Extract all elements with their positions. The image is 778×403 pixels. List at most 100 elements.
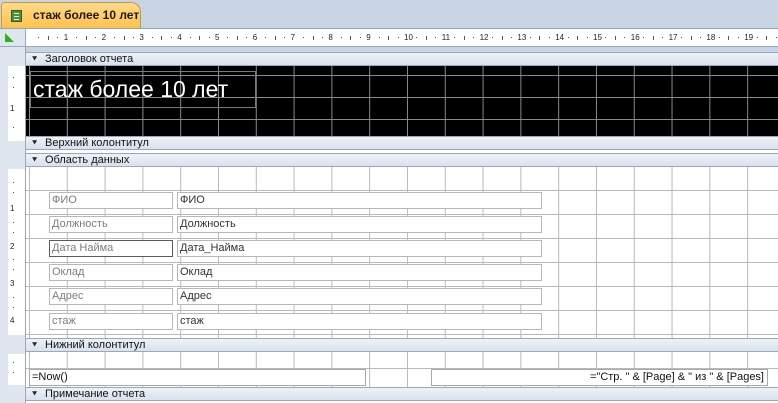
- ruler-tick: [340, 37, 342, 38]
- ruler-tick: [643, 37, 645, 38]
- ruler-tick: [614, 36, 616, 40]
- ruler-tick: [13, 127, 14, 128]
- section-arrow-icon: ⯆: [31, 155, 39, 165]
- ruler-tick: [718, 37, 720, 38]
- ruler-tick: [548, 37, 550, 38]
- ruler-number: 16: [630, 33, 640, 42]
- ruler-number: 3: [139, 33, 144, 42]
- ruler-tick: [501, 36, 503, 40]
- ruler-tick: [586, 37, 588, 38]
- ruler-tick: [13, 182, 14, 183]
- ruler-tick: [312, 36, 314, 40]
- label-salary[interactable]: Оклад: [49, 264, 173, 281]
- ruler-tick: [199, 36, 201, 40]
- ruler-number: 1: [10, 104, 15, 113]
- band-label: Заголовок отчета: [45, 53, 134, 65]
- ruler-number: 1: [63, 33, 69, 42]
- ruler-tick: [236, 36, 238, 40]
- ruler-tick: [85, 36, 87, 40]
- ruler-number: 5: [215, 33, 220, 42]
- document-tab-title: стаж более 10 лет: [33, 8, 140, 22]
- ruler-tick: [577, 36, 579, 40]
- field-address[interactable]: Адрес: [177, 288, 542, 305]
- ruler-tick: [463, 36, 465, 40]
- band-label: Верхний колонтитул: [45, 137, 149, 149]
- band-report-header[interactable]: ⯆ Заголовок отчета: [26, 52, 778, 66]
- field-salary[interactable]: Оклад: [177, 264, 542, 281]
- ruler-number: 7: [290, 33, 296, 42]
- report-title[interactable]: стаж более 10 лет: [30, 71, 256, 108]
- field-position[interactable]: Должность: [177, 216, 542, 233]
- ruler-tick: [13, 77, 14, 78]
- field-fio[interactable]: ФИО: [177, 192, 542, 209]
- ruler-tick: [38, 37, 40, 38]
- ruler-tick: [605, 37, 607, 38]
- ruler-tick: [161, 36, 163, 40]
- ruler-tick: [435, 37, 437, 38]
- vruler-page-footer: [8, 354, 25, 385]
- ruler-tick: [13, 259, 14, 260]
- ruler-tick: [350, 36, 352, 40]
- vertical-ruler[interactable]: 1 1 2 3 4: [0, 47, 26, 403]
- ruler-tick: [13, 307, 14, 308]
- ruler-number: 4: [10, 316, 15, 325]
- ruler-tick: [265, 37, 267, 38]
- ruler-number: 4: [177, 33, 182, 42]
- report-icon: [11, 10, 22, 22]
- field-experience[interactable]: стаж: [177, 313, 542, 330]
- field-hire-date[interactable]: Дата_Найма: [177, 240, 542, 257]
- ruler-tick: [13, 269, 14, 270]
- report-header-section[interactable]: стаж более 10 лет: [26, 66, 778, 136]
- label-address[interactable]: Адрес: [49, 288, 173, 305]
- section-arrow-icon: ⯆: [31, 340, 39, 350]
- ruler-tick: [529, 37, 531, 38]
- selector-triangle-icon: [5, 33, 14, 42]
- ruler-tick: [766, 36, 768, 40]
- ruler-tick: [359, 37, 361, 38]
- ruler-tick: [416, 37, 418, 38]
- label-experience[interactable]: стаж: [49, 313, 173, 330]
- band-detail[interactable]: ⯆ Область данных: [26, 153, 778, 167]
- ruler-tick: [114, 37, 116, 38]
- detail-section[interactable]: ФИО ФИО Должность Должность Дата Найма Д…: [26, 167, 778, 338]
- ruler-tick: [378, 37, 380, 38]
- ruler-tick: [284, 37, 286, 38]
- label-hire-date[interactable]: Дата Найма: [49, 240, 173, 257]
- band-page-header[interactable]: ⯆ Верхний колонтитул: [26, 136, 778, 150]
- ruler-tick: [208, 37, 210, 38]
- ruler-tick: [662, 37, 664, 38]
- ruler-number: 19: [744, 33, 754, 42]
- ruler-tick: [57, 37, 59, 38]
- ruler-number: 10: [404, 33, 413, 42]
- band-report-footer[interactable]: ⯆ Примечание отчета: [26, 387, 778, 401]
- ruler-tick: [756, 37, 758, 38]
- ruler-number: 9: [366, 33, 371, 42]
- ruler-tick: [454, 37, 456, 38]
- page-footer-section[interactable]: =Now() ="Стр. " & [Page] & " из " & [Pag…: [26, 352, 778, 387]
- report-selector[interactable]: [0, 29, 26, 47]
- ruler-tick: [274, 36, 276, 40]
- label-position[interactable]: Должность: [49, 216, 173, 233]
- ruler-number: 18: [706, 33, 716, 42]
- page-number-expression-field[interactable]: ="Стр. " & [Page] & " из " & [Pages]: [431, 369, 768, 386]
- ruler-tick: [510, 37, 512, 38]
- ruler-tick: [321, 37, 323, 38]
- document-tab[interactable]: стаж более 10 лет: [1, 2, 141, 28]
- ruler-number: 14: [555, 33, 565, 42]
- ruler-number: 17: [668, 33, 678, 42]
- ruler-tick: [13, 362, 14, 363]
- ruler-tick: [728, 36, 730, 40]
- label-fio[interactable]: ФИО: [49, 192, 173, 209]
- horizontal-ruler[interactable]: 1 2 3 4 5 6 7 8 9 10 11 12 13 14 15 16 17 18 19: [26, 29, 778, 47]
- document-tab-bar: стаж более 10 лет: [0, 0, 778, 29]
- ruler-tick: [76, 37, 78, 38]
- ruler-tick: [303, 37, 305, 38]
- ruler-tick: [737, 37, 739, 38]
- date-expression-field[interactable]: =Now(): [29, 369, 366, 386]
- section-arrow-icon: ⯆: [31, 54, 39, 64]
- ruler-number: 2: [101, 33, 107, 42]
- ruler-tick: [95, 37, 97, 38]
- band-label: Область данных: [45, 154, 130, 166]
- band-page-footer[interactable]: ⯆ Нижний колонтитул: [26, 338, 778, 352]
- ruler-tick: [170, 37, 172, 38]
